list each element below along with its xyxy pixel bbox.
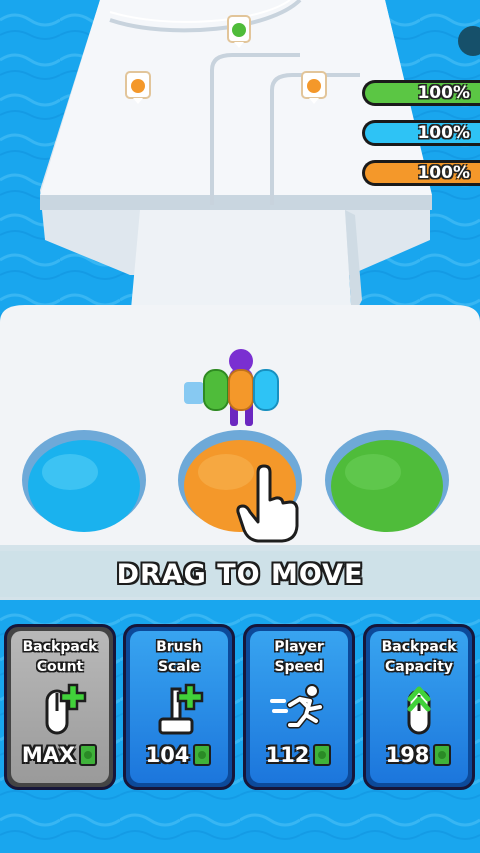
progress-label-blue: 100% bbox=[417, 123, 470, 143]
progress-label-orange: 100% bbox=[417, 163, 470, 183]
cash-icon bbox=[193, 744, 212, 766]
upgrade-backpack-capacity-button[interactable]: Backpack Capacity 198 bbox=[363, 624, 475, 790]
upgrade-title-line1: Player bbox=[274, 639, 324, 655]
brush-plus-icon bbox=[158, 683, 204, 735]
upgrade-title-line1: Brush bbox=[156, 639, 202, 655]
backpack-arrow-up-icon bbox=[407, 686, 431, 735]
menu-button[interactable] bbox=[458, 26, 480, 56]
upgrade-title-line2: Scale bbox=[157, 659, 201, 675]
cash-icon bbox=[313, 744, 332, 766]
upgrade-title-line1: Backpack bbox=[381, 639, 457, 655]
progress-bar-blue: 100% bbox=[362, 120, 480, 146]
upgrade-title-line2: Capacity bbox=[384, 659, 454, 675]
instruction-banner: DRAG TO MOVE bbox=[0, 551, 480, 597]
upgrade-backpack-count-button[interactable]: Backpack Count MAX bbox=[4, 624, 116, 790]
upgrade-title-line2: Count bbox=[36, 659, 84, 675]
upgrade-price: 112 bbox=[265, 743, 310, 767]
instruction-text: DRAG TO MOVE bbox=[116, 558, 364, 590]
upgrade-brush-scale-button[interactable]: Brush Scale 104 bbox=[123, 624, 235, 790]
upgrade-price: 104 bbox=[145, 743, 190, 767]
running-player-icon bbox=[270, 684, 324, 729]
upgrade-price: 198 bbox=[385, 743, 430, 767]
upgrade-player-speed-button[interactable]: Player Speed 112 bbox=[243, 624, 355, 790]
progress-bar-green: 100% bbox=[362, 80, 480, 106]
cash-icon bbox=[433, 744, 452, 766]
cash-icon bbox=[79, 744, 98, 766]
upgrade-title-line2: Speed bbox=[274, 659, 324, 675]
progress-label-green: 100% bbox=[417, 83, 470, 103]
progress-bar-orange: 100% bbox=[362, 160, 480, 186]
bridge bbox=[130, 210, 352, 320]
upgrade-price: MAX bbox=[21, 743, 76, 767]
backpack-plus-icon bbox=[45, 683, 87, 735]
upgrade-title-line1: Backpack bbox=[22, 639, 98, 655]
